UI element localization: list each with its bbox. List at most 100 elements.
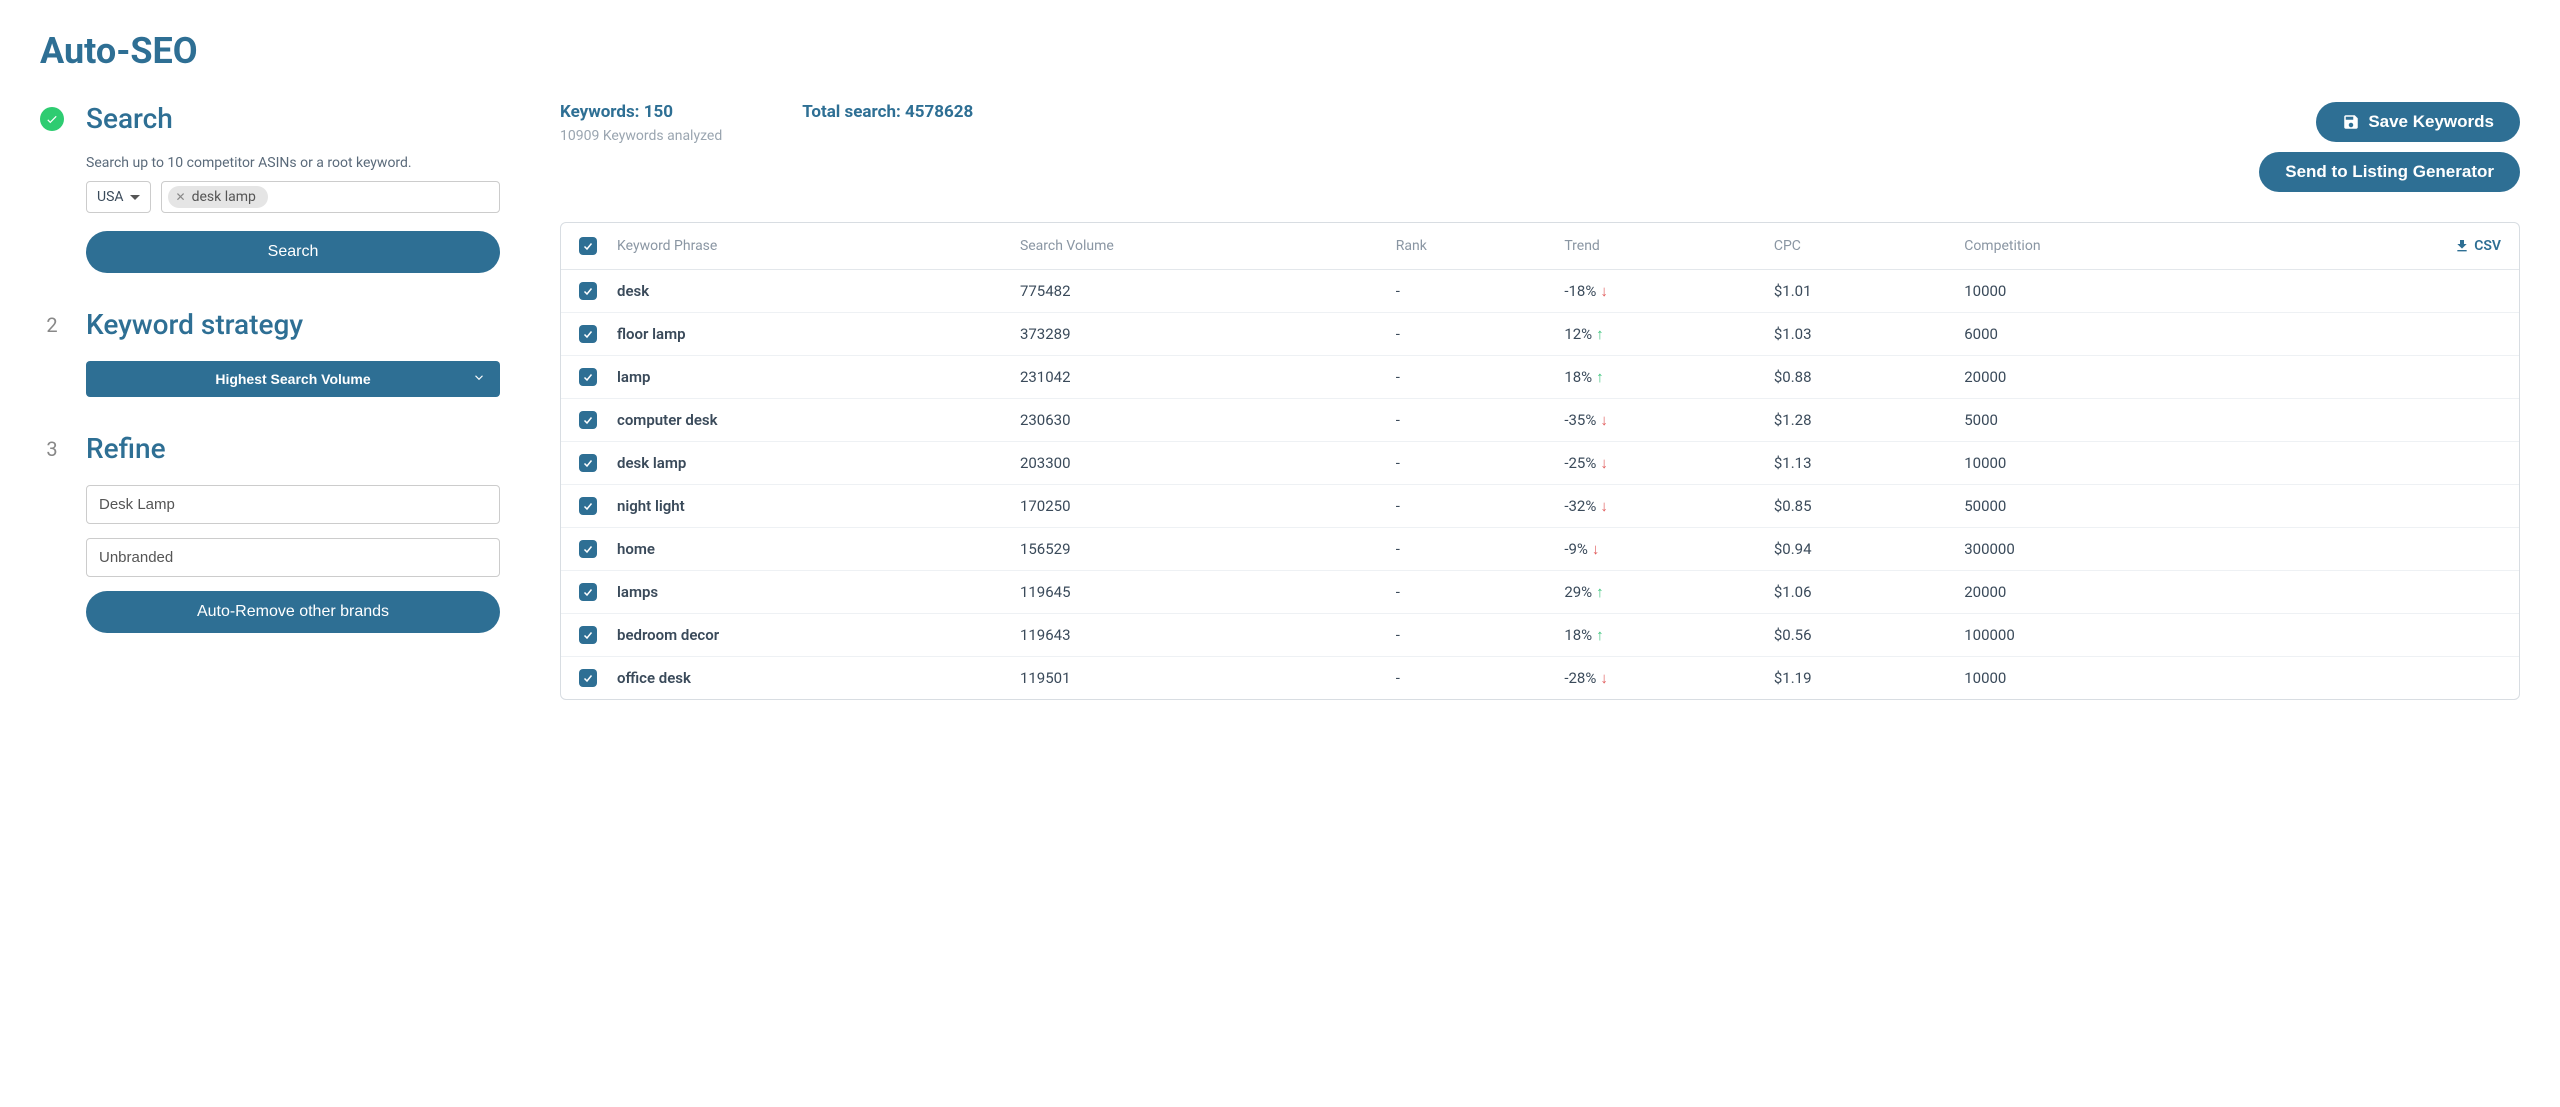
page-title: Auto-SEO <box>40 30 2520 72</box>
row-checkbox[interactable] <box>579 454 597 472</box>
cell-trend: 18%↑ <box>1554 614 1764 657</box>
cell-competition: 20000 <box>1954 356 2272 399</box>
cell-volume: 170250 <box>1010 485 1386 528</box>
country-select[interactable]: USA <box>86 181 151 213</box>
arrow-down-icon: ↓ <box>1600 411 1608 429</box>
keywords-table: Keyword Phrase Search Volume Rank Trend … <box>560 222 2520 700</box>
total-search-label: Total search: <box>802 102 905 122</box>
cell-trend: -32%↓ <box>1554 485 1764 528</box>
cell-rank: - <box>1386 270 1555 313</box>
send-listing-button[interactable]: Send to Listing Generator <box>2259 152 2520 192</box>
select-all-checkbox[interactable] <box>579 237 597 255</box>
step-search-title: Search <box>86 102 173 135</box>
cell-spacer <box>2272 270 2519 313</box>
row-checkbox[interactable] <box>579 497 597 515</box>
keywords-label: Keywords: <box>560 102 644 122</box>
step-number-2: 2 <box>40 313 64 337</box>
row-checkbox[interactable] <box>579 626 597 644</box>
table-row: lamp231042-18%↑$0.8820000 <box>561 356 2519 399</box>
remove-tag-icon[interactable]: ✕ <box>176 190 186 204</box>
summary-row: Keywords: 150 10909 Keywords analyzed To… <box>560 102 2520 192</box>
col-trend[interactable]: Trend <box>1554 223 1764 270</box>
auto-remove-brands-button[interactable]: Auto-Remove other brands <box>86 591 500 633</box>
step-refine-header: 3 Refine <box>40 432 500 465</box>
col-phrase[interactable]: Keyword Phrase <box>607 223 1010 270</box>
cell-cpc: $1.28 <box>1764 399 1954 442</box>
table-row: computer desk230630--35%↓$1.285000 <box>561 399 2519 442</box>
cell-trend: -35%↓ <box>1554 399 1764 442</box>
arrow-up-icon: ↑ <box>1596 368 1604 386</box>
asin-keyword-input[interactable]: ✕ desk lamp <box>161 181 500 213</box>
cell-phrase: desk lamp <box>607 442 1010 485</box>
table-row: desk775482--18%↓$1.0110000 <box>561 270 2519 313</box>
row-checkbox[interactable] <box>579 368 597 386</box>
cell-competition: 300000 <box>1954 528 2272 571</box>
save-keywords-button[interactable]: Save Keywords <box>2316 102 2520 142</box>
left-panel: Search Search up to 10 competitor ASINs … <box>40 102 500 700</box>
arrow-down-icon: ↓ <box>1600 282 1608 300</box>
row-checkbox[interactable] <box>579 583 597 601</box>
row-checkbox[interactable] <box>579 282 597 300</box>
cell-rank: - <box>1386 528 1555 571</box>
step-refine-title: Refine <box>86 432 166 465</box>
cell-competition: 50000 <box>1954 485 2272 528</box>
col-rank[interactable]: Rank <box>1386 223 1555 270</box>
arrow-down-icon: ↓ <box>1600 669 1608 687</box>
cell-cpc: $1.19 <box>1764 657 1954 700</box>
analyzed-text: 10909 Keywords analyzed <box>560 128 722 144</box>
cell-competition: 20000 <box>1954 571 2272 614</box>
csv-label: CSV <box>2474 238 2501 254</box>
table-row: bedroom decor119643-18%↑$0.56100000 <box>561 614 2519 657</box>
save-keywords-label: Save Keywords <box>2368 112 2494 132</box>
cell-cpc: $0.85 <box>1764 485 1954 528</box>
col-competition[interactable]: Competition <box>1954 223 2272 270</box>
cell-competition: 100000 <box>1954 614 2272 657</box>
table-row: office desk119501--28%↓$1.1910000 <box>561 657 2519 700</box>
row-checkbox[interactable] <box>579 325 597 343</box>
cell-competition: 10000 <box>1954 442 2272 485</box>
arrow-up-icon: ↑ <box>1596 626 1604 644</box>
cell-trend: 18%↑ <box>1554 356 1764 399</box>
cell-volume: 156529 <box>1010 528 1386 571</box>
search-tag-label: desk lamp <box>192 189 256 205</box>
cell-volume: 119501 <box>1010 657 1386 700</box>
caret-down-icon <box>130 195 140 200</box>
row-checkbox[interactable] <box>579 540 597 558</box>
cell-spacer <box>2272 399 2519 442</box>
cell-competition: 10000 <box>1954 657 2272 700</box>
cell-volume: 230630 <box>1010 399 1386 442</box>
cell-rank: - <box>1386 399 1555 442</box>
cell-cpc: $0.56 <box>1764 614 1954 657</box>
download-csv-button[interactable]: CSV <box>2282 238 2501 254</box>
row-checkbox[interactable] <box>579 411 597 429</box>
refine-input-2[interactable] <box>86 538 500 577</box>
country-value: USA <box>97 189 124 205</box>
cell-rank: - <box>1386 571 1555 614</box>
cell-trend: -25%↓ <box>1554 442 1764 485</box>
cell-volume: 119643 <box>1010 614 1386 657</box>
col-volume[interactable]: Search Volume <box>1010 223 1386 270</box>
search-button[interactable]: Search <box>86 231 500 273</box>
table-row: desk lamp203300--25%↓$1.1310000 <box>561 442 2519 485</box>
arrow-up-icon: ↑ <box>1596 583 1604 601</box>
cell-phrase: computer desk <box>607 399 1010 442</box>
cell-spacer <box>2272 528 2519 571</box>
cell-phrase: night light <box>607 485 1010 528</box>
cell-spacer <box>2272 657 2519 700</box>
cell-phrase: bedroom decor <box>607 614 1010 657</box>
cell-trend: -9%↓ <box>1554 528 1764 571</box>
refine-input-1[interactable] <box>86 485 500 524</box>
cell-trend: -18%↓ <box>1554 270 1764 313</box>
col-cpc[interactable]: CPC <box>1764 223 1954 270</box>
strategy-select[interactable]: Highest Search Volume <box>86 361 500 397</box>
keywords-value: 150 <box>644 102 673 122</box>
check-icon <box>40 107 64 131</box>
cell-competition: 6000 <box>1954 313 2272 356</box>
table-header-row: Keyword Phrase Search Volume Rank Trend … <box>561 223 2519 270</box>
arrow-down-icon: ↓ <box>1600 497 1608 515</box>
cell-trend: 29%↑ <box>1554 571 1764 614</box>
row-checkbox[interactable] <box>579 669 597 687</box>
keywords-summary: Keywords: 150 10909 Keywords analyzed <box>560 102 722 144</box>
step-strategy-header: 2 Keyword strategy <box>40 308 500 341</box>
cell-volume: 775482 <box>1010 270 1386 313</box>
